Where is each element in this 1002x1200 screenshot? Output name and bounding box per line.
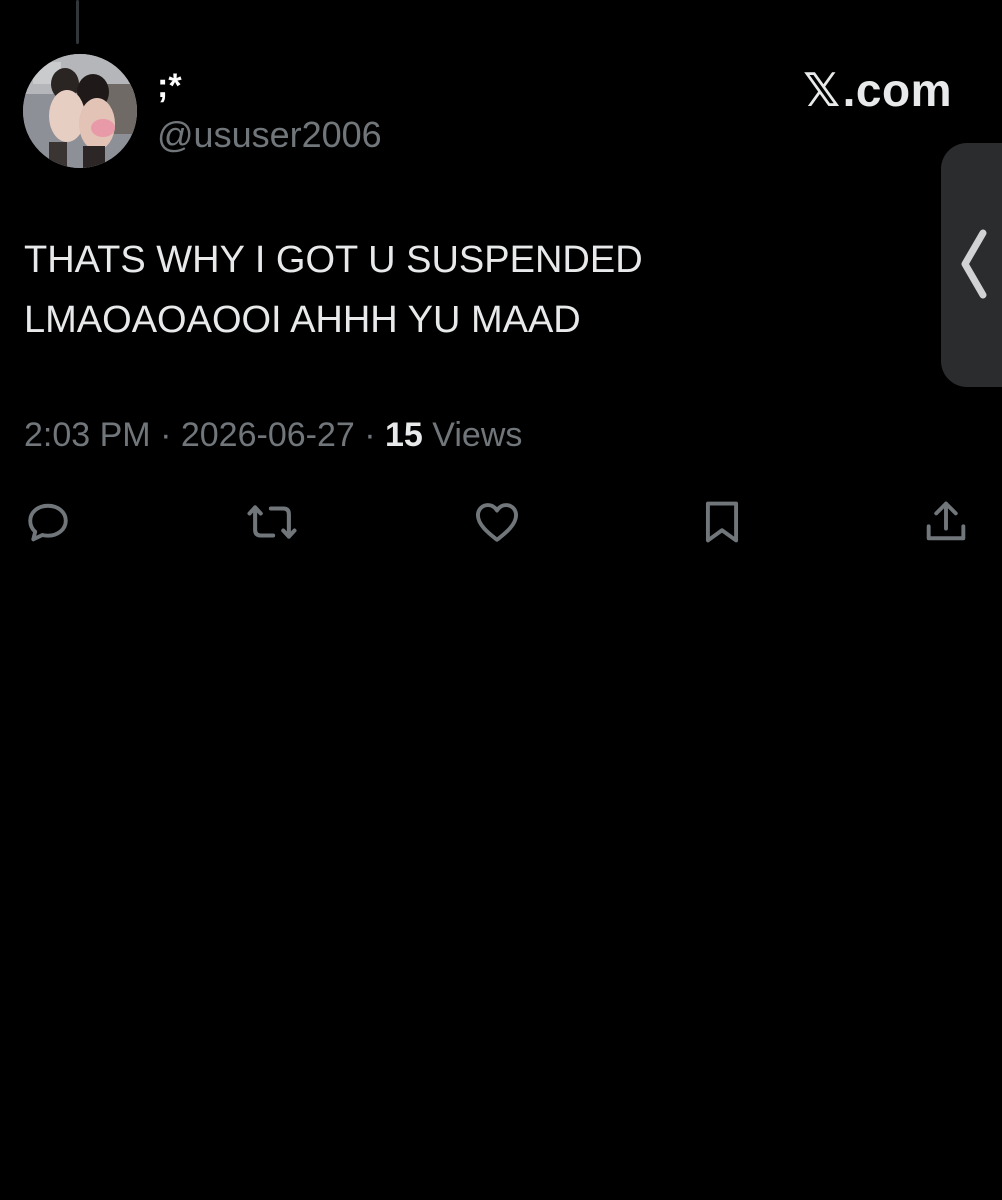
avatar-image	[23, 54, 137, 168]
tweet-metadata: 2:03 PM · 2026-06-27 · 15 Views	[24, 412, 522, 458]
tweet-time[interactable]: 2:03 PM	[24, 416, 151, 454]
share-icon	[926, 501, 966, 541]
bookmark-button[interactable]	[694, 494, 750, 550]
x-logo-icon: 𝕏	[803, 64, 841, 116]
like-button[interactable]	[469, 494, 525, 550]
tweet-text: THATS WHY I GOT U SUSPENDED LMAOAOAOOI A…	[24, 230, 904, 350]
share-button[interactable]	[918, 494, 974, 550]
avatar[interactable]	[23, 54, 137, 168]
tweet-action-bar	[0, 494, 1002, 554]
thread-connector-line	[76, 0, 79, 44]
retweet-button[interactable]	[244, 494, 300, 550]
author-display-name[interactable]: ;*	[157, 66, 182, 106]
tweet-date[interactable]: 2026-06-27	[181, 416, 355, 454]
views-label[interactable]: Views	[432, 416, 522, 454]
bookmark-icon	[705, 501, 739, 543]
reply-button[interactable]	[20, 494, 76, 550]
side-panel-handle[interactable]	[941, 143, 1002, 387]
meta-separator: ·	[364, 416, 376, 454]
brand-domain-label: .com	[842, 64, 952, 116]
views-count[interactable]: 15	[385, 416, 423, 454]
x-com-watermark: 𝕏.com	[803, 64, 952, 116]
chevron-left-icon	[961, 229, 987, 299]
author-handle[interactable]: @ususer2006	[157, 114, 382, 156]
tweet-text-line: LMAOAOAOOI AHHH YU MAAD	[24, 299, 581, 341]
retweet-icon	[247, 505, 297, 539]
tweet-text-line: THATS WHY I GOT U SUSPENDED	[24, 239, 643, 281]
heart-icon	[475, 503, 519, 542]
reply-icon	[28, 503, 68, 542]
meta-separator: ·	[160, 416, 172, 454]
